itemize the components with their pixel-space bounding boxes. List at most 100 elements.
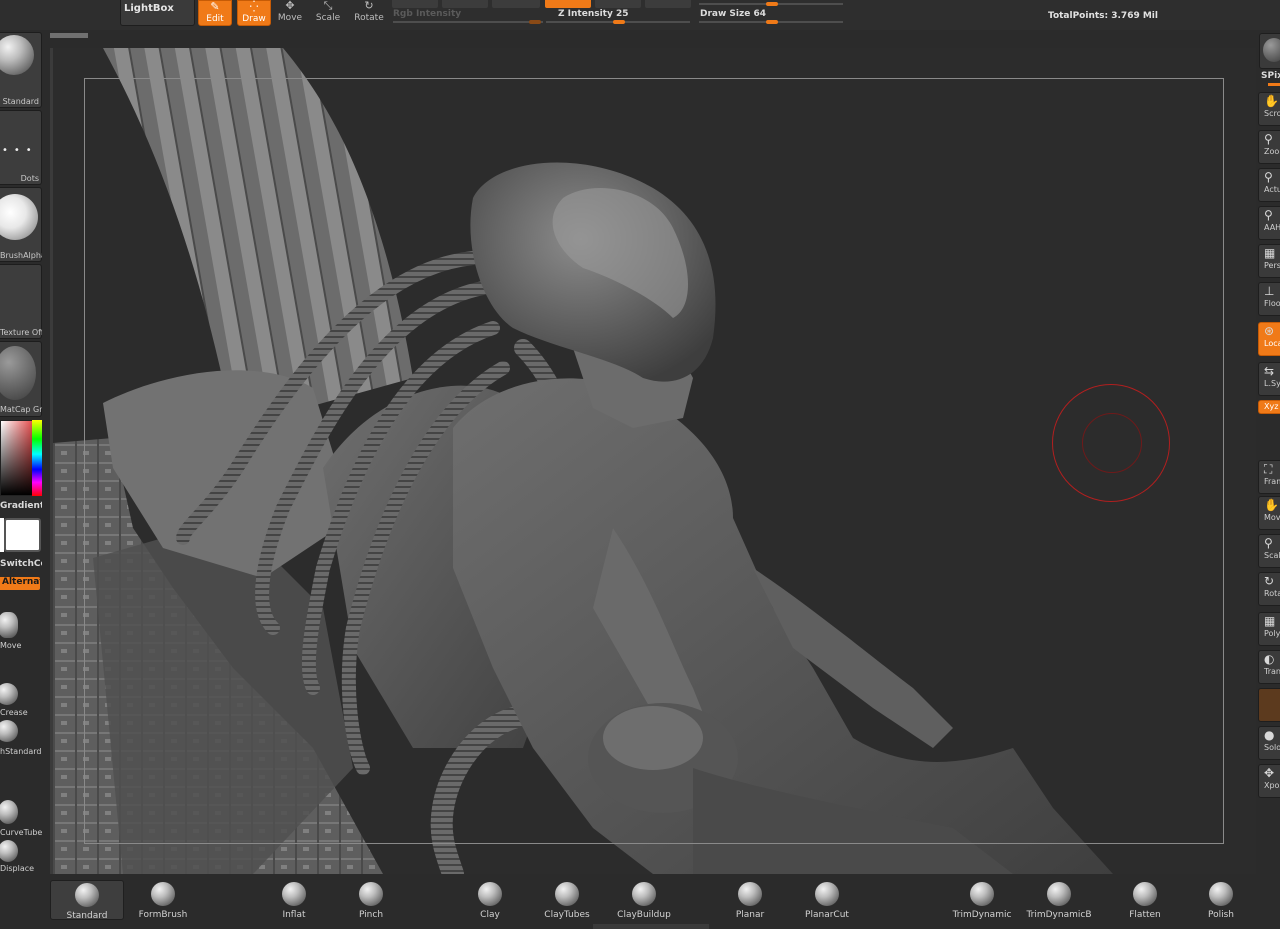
z-intensity-label: Z Intensity 25 (558, 9, 629, 19)
crease-brush-icon[interactable] (0, 683, 18, 705)
zoom-icon: ⚲ (1264, 132, 1273, 146)
material-thumbnail-label: MatCap GreyMe (0, 405, 42, 414)
spix-slider[interactable] (1268, 83, 1280, 86)
polyf-button[interactable]: ▦ PolyF (1258, 612, 1280, 646)
draw-label: Draw (242, 14, 266, 24)
zcut-field[interactable] (645, 0, 691, 8)
rgb-field[interactable] (442, 0, 488, 8)
rgb-intensity-slider[interactable] (393, 21, 543, 23)
rotate-icon: ↻ (364, 0, 374, 12)
brush-label: FormBrush (138, 910, 188, 920)
left-shelf: Standard ••• Dots BrushAlpha Texture Off… (0, 30, 46, 878)
solo-button[interactable]: ● Solo (1258, 726, 1280, 760)
edit-button[interactable]: ✎ Edit (198, 0, 232, 26)
local-label: Local (1264, 339, 1280, 348)
gradient-label: Gradient (0, 501, 42, 511)
transp-label: Transp (1264, 667, 1280, 676)
brush-clay[interactable]: Clay (453, 880, 527, 920)
persp-button[interactable]: ▦ Persp (1258, 244, 1280, 278)
move-brush-icon[interactable] (0, 612, 18, 638)
brush-claytubes[interactable]: ClayTubes (530, 880, 604, 920)
lightbox-button[interactable]: LightBox (120, 0, 195, 26)
move-icon: ✥ (285, 0, 295, 12)
move-view-label: Move (1264, 513, 1280, 522)
brush-pinch[interactable]: Pinch (334, 880, 408, 920)
rotate-view-label: Rotate (1264, 589, 1280, 598)
pinch-brush-icon (359, 882, 383, 906)
formbrush-icon (151, 882, 175, 906)
zsub-field[interactable] (595, 0, 641, 8)
secondary-color-swatch[interactable] (4, 518, 41, 552)
standard-brush-icon (75, 883, 99, 907)
focal-shift-knob[interactable] (766, 2, 778, 6)
rotate-view-button[interactable]: ↻ Rotate (1258, 572, 1280, 606)
xpose-button[interactable]: ✥ Xpose (1258, 764, 1280, 798)
m-field[interactable] (492, 0, 540, 8)
actual-icon: ⚲ (1264, 170, 1273, 184)
brush-label: Pinch (358, 910, 384, 920)
switch-color-button[interactable]: SwitchColor (0, 559, 42, 569)
brush-formbrush[interactable]: FormBrush (126, 880, 200, 920)
rotate-button[interactable]: ↻ Rotate (352, 0, 386, 26)
brush-planar[interactable]: Planar (713, 880, 787, 920)
displace-brush-label: Displace (0, 864, 35, 873)
move-view-button[interactable]: ✋ Move (1258, 496, 1280, 530)
bpr-render-button[interactable] (1259, 33, 1280, 69)
stroke-thumbnail-label: Dots (20, 174, 39, 183)
brush-standard[interactable]: Standard (50, 880, 124, 921)
brush-alpha-icon (0, 194, 38, 240)
mrgb-field[interactable] (392, 0, 438, 8)
scale-button[interactable]: ⤡ Scale (311, 0, 345, 26)
dots-stroke-icon: ••• (2, 145, 38, 156)
actual-button[interactable]: ⚲ Actual (1258, 168, 1280, 202)
frame-button[interactable]: ⛶ Frame (1258, 460, 1280, 494)
bottom-shelf-handle[interactable] (593, 924, 709, 929)
floor-label: Floor (1264, 299, 1280, 308)
hstandard-brush-icon[interactable] (0, 720, 18, 742)
canvas-scroll-tab[interactable] (50, 33, 88, 38)
color-hue-strip[interactable] (32, 420, 42, 496)
draw-button[interactable]: ⁛ Draw (237, 0, 271, 26)
brush-trimdynamicb[interactable]: TrimDynamicB (1022, 880, 1096, 920)
zadd-field[interactable] (545, 0, 591, 8)
flatten-brush-icon (1133, 882, 1157, 906)
brush-polish[interactable]: Polish (1184, 880, 1258, 920)
document-canvas[interactable] (50, 48, 1256, 874)
scroll-button[interactable]: ✋ Scroll (1258, 92, 1280, 126)
alternate-button[interactable]: Alternate (0, 577, 40, 590)
brush-inflat[interactable]: Inflat (257, 880, 331, 920)
scroll-label: Scroll (1264, 109, 1280, 118)
zoom-button[interactable]: ⚲ Zoom (1258, 130, 1280, 164)
zoom-label: Zoom (1264, 147, 1280, 156)
aahalf-button[interactable]: ⚲ AAHalf (1258, 206, 1280, 240)
brush-flatten[interactable]: Flatten (1108, 880, 1182, 920)
local-button[interactable]: ⊛ Local (1258, 322, 1280, 356)
scale-view-button[interactable]: ⚲ Scale (1258, 534, 1280, 568)
ghost-button[interactable] (1258, 688, 1280, 722)
move-button[interactable]: ✥ Move (273, 0, 307, 26)
curvetube-brush-icon[interactable] (0, 800, 18, 824)
draw-size-knob[interactable] (766, 20, 778, 24)
solo-label: Solo (1264, 743, 1280, 752)
z-intensity-knob[interactable] (613, 20, 625, 24)
displace-brush-icon[interactable] (0, 840, 18, 862)
polish-brush-icon (1209, 882, 1233, 906)
brush-label: ClayBuildup (617, 910, 671, 920)
xyz-button[interactable]: Xyz (1258, 400, 1280, 414)
brush-planarcut[interactable]: PlanarCut (790, 880, 864, 920)
clay-brush-icon (478, 882, 502, 906)
hstandard-brush-label: hStandard (0, 747, 42, 756)
brush-trimdynamic[interactable]: TrimDynamic (945, 880, 1019, 920)
floor-button[interactable]: ⊥ Floor (1258, 282, 1280, 316)
xpose-icon: ✥ (1264, 766, 1275, 780)
brush-claybuildup[interactable]: ClayBuildup (607, 880, 681, 920)
lsym-button[interactable]: ⇆ L.Sym (1258, 362, 1280, 396)
brush-label: ClayTubes (544, 910, 590, 920)
crease-brush-label: Crease (0, 708, 28, 717)
brush-label: Inflat (282, 910, 306, 920)
rgb-intensity-knob[interactable] (529, 20, 541, 24)
scale-icon: ⤡ (323, 0, 333, 12)
scale-label: Scale (315, 13, 341, 23)
alpha-thumbnail-label: BrushAlpha (0, 251, 42, 260)
transp-button[interactable]: ◐ Transp (1258, 650, 1280, 684)
